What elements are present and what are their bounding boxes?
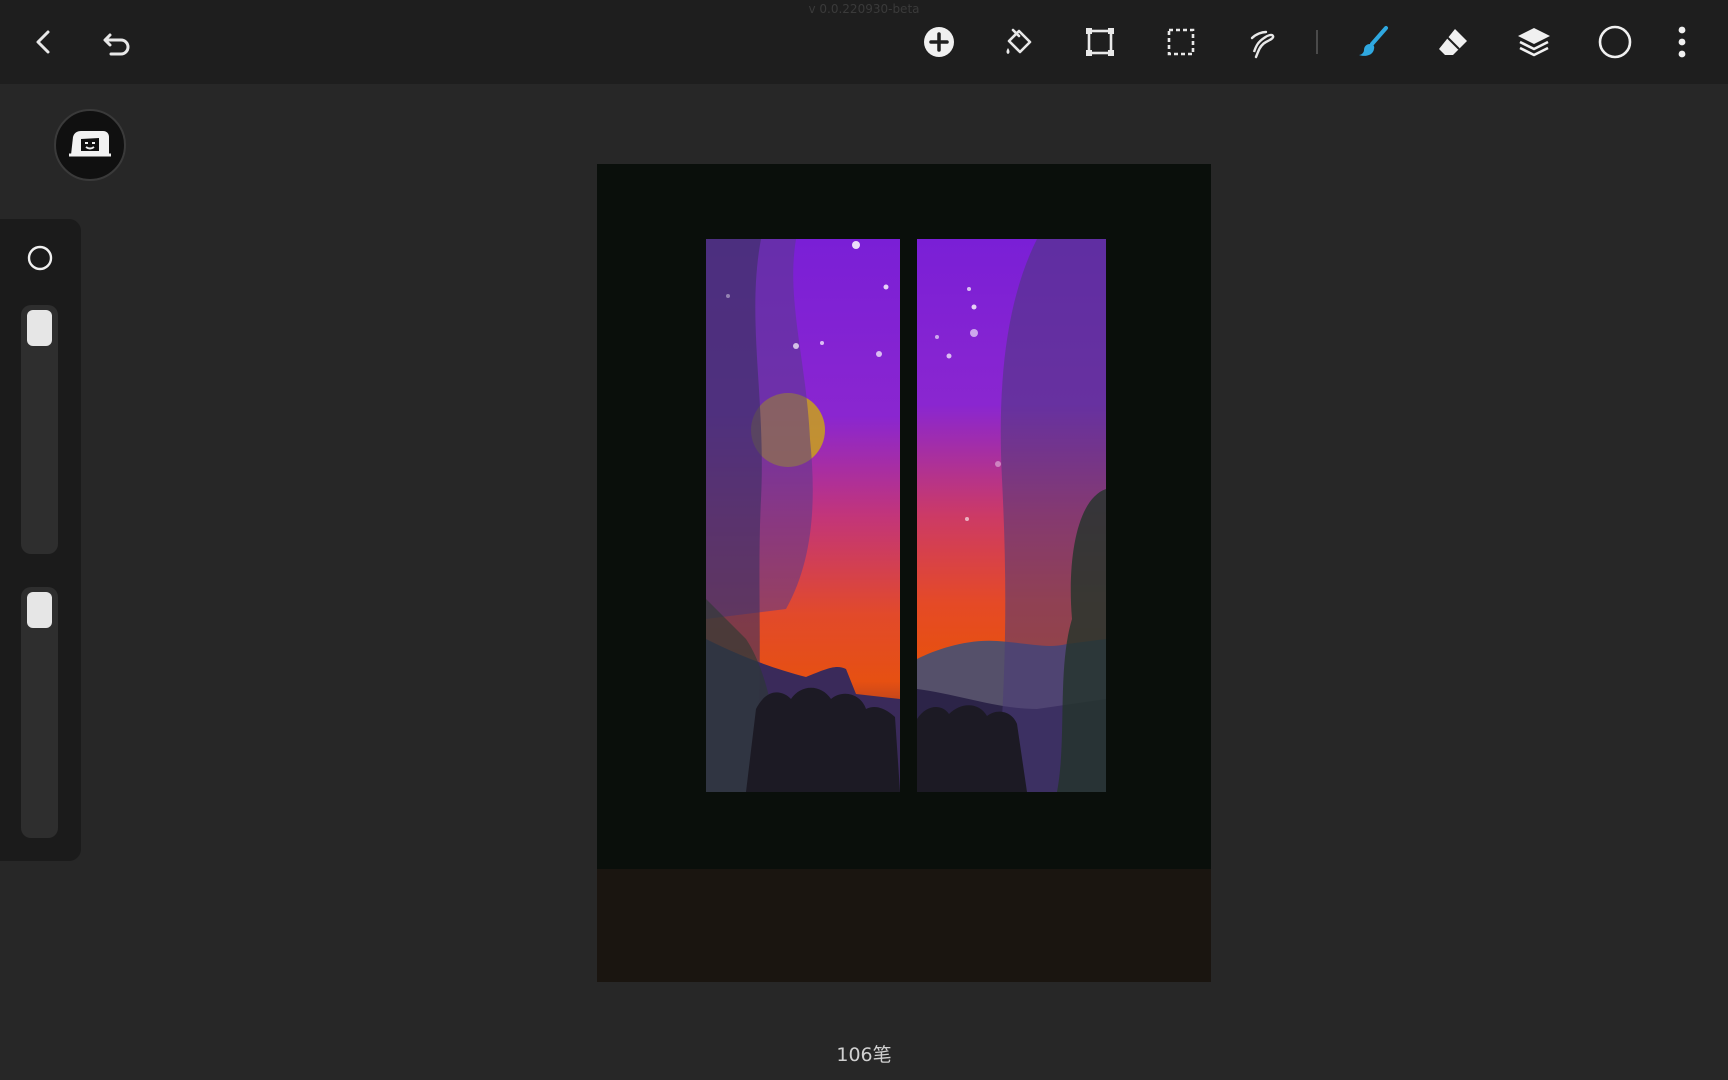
- add-button[interactable]: [911, 14, 967, 70]
- sunset-artwork-left: [706, 239, 900, 792]
- profile-avatar[interactable]: [54, 109, 126, 181]
- brush-size-slider[interactable]: [21, 305, 58, 554]
- undo-button[interactable]: [89, 14, 145, 70]
- brush-opacity-slider[interactable]: [21, 587, 58, 838]
- top-toolbar: v 0.0.220930-beta: [0, 0, 1728, 84]
- more-vertical-icon: [1678, 26, 1686, 58]
- window-pane-left: [706, 239, 900, 792]
- transform-button[interactable]: [1072, 14, 1128, 70]
- brush-icon: [1359, 26, 1388, 56]
- plus-circle-icon: [924, 27, 954, 57]
- marquee-select-icon: [1167, 28, 1195, 56]
- eraser-button[interactable]: [1425, 14, 1481, 70]
- transform-icon: [1086, 28, 1114, 56]
- circle-outline-icon: [27, 245, 53, 271]
- profile-avatar-icon: [69, 131, 111, 157]
- smudge-button[interactable]: [1234, 14, 1290, 70]
- eraser-icon: [1439, 29, 1467, 55]
- chevron-left-icon: [36, 30, 50, 54]
- paint-bucket-icon: [1006, 28, 1032, 54]
- color-circle-icon: [1598, 25, 1632, 59]
- undo-icon: [103, 33, 130, 56]
- smudge-icon: [1250, 30, 1275, 59]
- canvas-floor-band: [597, 869, 1211, 982]
- color-button[interactable]: [1587, 14, 1643, 70]
- more-button[interactable]: [1654, 14, 1710, 70]
- sunset-artwork-right: [917, 239, 1106, 792]
- layers-button[interactable]: [1506, 14, 1562, 70]
- selection-button[interactable]: [1153, 14, 1209, 70]
- layers-icon: [1518, 28, 1550, 57]
- fill-button[interactable]: [991, 14, 1047, 70]
- back-button[interactable]: [16, 14, 72, 70]
- brush-button[interactable]: [1345, 14, 1401, 70]
- brush-size-slider-thumb[interactable]: [27, 310, 52, 346]
- brush-opacity-slider-thumb[interactable]: [27, 592, 52, 628]
- brush-shape-button[interactable]: [25, 243, 55, 273]
- drawing-canvas[interactable]: [597, 164, 1211, 982]
- stroke-count-label: 106笔: [836, 1044, 892, 1066]
- window-pane-right: [917, 239, 1106, 792]
- toolbar-divider: [1316, 30, 1318, 54]
